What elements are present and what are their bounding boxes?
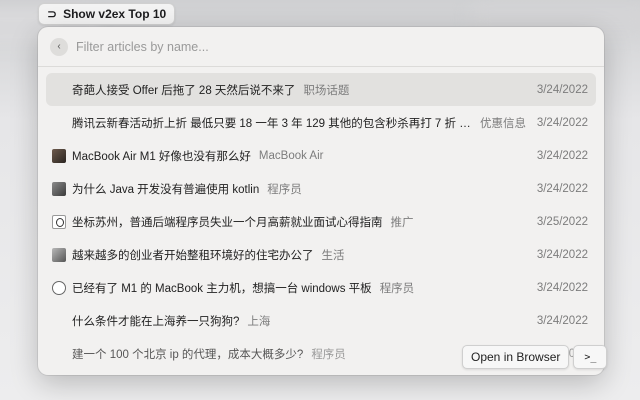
list-item[interactable]: 腾讯云新春活动折上折 最低只要 18 一年 3 年 129 其他的包含秒杀再打 … xyxy=(46,106,596,139)
article-date: 3/24/2022 xyxy=(536,149,588,162)
article-tag: 程序员 xyxy=(311,348,346,361)
article-tag: 推广 xyxy=(390,216,414,229)
article-title: 坐标苏州，普通后端程序员失业一个月高薪就业面试心得指南 xyxy=(72,216,383,229)
article-title: 什么条件才能在上海养一只狗狗? xyxy=(72,315,240,328)
article-tag: 优惠信息 xyxy=(480,117,526,130)
command-title: Show v2ex Top 10 xyxy=(63,7,167,21)
list-item[interactable]: 什么条件才能在上海养一只狗狗? 上海 3/24/2022 xyxy=(46,304,596,337)
search-input[interactable] xyxy=(76,39,592,54)
action-bar: Open in Browser >_ xyxy=(462,345,608,369)
article-date: 3/24/2022 xyxy=(536,116,588,129)
article-title: 为什么 Java 开发没有普遍使用 kotlin xyxy=(72,183,260,196)
article-date: 3/24/2022 xyxy=(536,314,588,327)
article-list: 奇葩人接受 Offer 后拖了 28 天然后说不来了 职场话题 3/24/2022 腾… xyxy=(46,73,596,370)
article-tag: 程序员 xyxy=(379,282,415,295)
avatar-icon xyxy=(52,148,66,163)
article-date: 3/24/2022 xyxy=(536,83,588,96)
empty-icon xyxy=(52,347,66,361)
empty-icon xyxy=(52,83,66,97)
chevron-left-icon: ‹ xyxy=(57,41,61,52)
extension-icon: ⊃ xyxy=(47,7,58,21)
empty-icon xyxy=(52,116,66,130)
avatar-icon xyxy=(52,280,66,295)
search-bar: ‹ xyxy=(38,27,604,67)
article-tag: MacBook Air xyxy=(258,149,324,162)
list-item[interactable]: 已经有了 M1 的 MacBook 主力机，想搞一台 windows 平板 程序员… xyxy=(46,271,596,304)
article-tag: 程序员 xyxy=(267,183,302,196)
list-item[interactable]: 越来越多的创业者开始整租环境好的住宅办公了 生活 3/24/2022 xyxy=(46,238,596,271)
command-panel: ‹ 奇葩人接受 Offer 后拖了 28 天然后说不来了职场话题 3/24/202… xyxy=(38,27,604,375)
article-title: 建一个 100 个北京 ip 的代理，成本大概多少? xyxy=(72,348,304,361)
article-tag: 职场话题 xyxy=(303,84,350,97)
article-date: 3/24/2022 xyxy=(536,182,588,195)
article-title: 奇葩人接受 Offer 后拖了 28 天然后说不来了 xyxy=(72,84,296,97)
article-date: 3/24/2022 xyxy=(536,281,588,294)
terminal-icon-button[interactable]: >_ xyxy=(573,345,608,369)
article-date: 3/24/2022 xyxy=(536,248,588,261)
back-button[interactable]: ‹ xyxy=(50,37,68,56)
list-item[interactable]: 坐标苏州，普通后端程序员失业一个月高薪就业面试心得指南 推广 3/25/2022 xyxy=(46,205,596,238)
avatar-icon xyxy=(52,214,66,229)
article-date: 3/25/2022 xyxy=(536,215,588,228)
avatar-icon xyxy=(52,247,66,262)
open-in-browser-button[interactable]: Open in Browser xyxy=(462,345,570,369)
article-title: 越来越多的创业者开始整租环境好的住宅办公了 xyxy=(72,249,314,262)
list-item[interactable]: 为什么 Java 开发没有普遍使用 kotlin 程序员 3/24/2022 xyxy=(46,172,596,205)
empty-icon xyxy=(52,314,66,328)
command-title-pill: ⊃ Show v2ex Top 10 xyxy=(38,3,176,25)
article-title: 腾讯云新春活动折上折 最低只要 18 一年 3 年 129 其他的包含秒杀再打 … xyxy=(72,117,472,130)
article-title: MacBook Air M1 好像也没有那么好 xyxy=(72,150,251,163)
list-item[interactable]: MacBook Air M1 好像也没有那么好 MacBook Air 3/24/2… xyxy=(46,139,596,172)
avatar-icon xyxy=(52,181,66,196)
list-item[interactable]: 奇葩人接受 Offer 后拖了 28 天然后说不来了 职场话题 3/24/2022 xyxy=(46,73,596,106)
article-tag: 生活 xyxy=(321,249,345,262)
article-tag: 上海 xyxy=(247,315,271,328)
article-title: 已经有了 M1 的 MacBook 主力机，想搞一台 windows 平板 xyxy=(72,282,372,295)
